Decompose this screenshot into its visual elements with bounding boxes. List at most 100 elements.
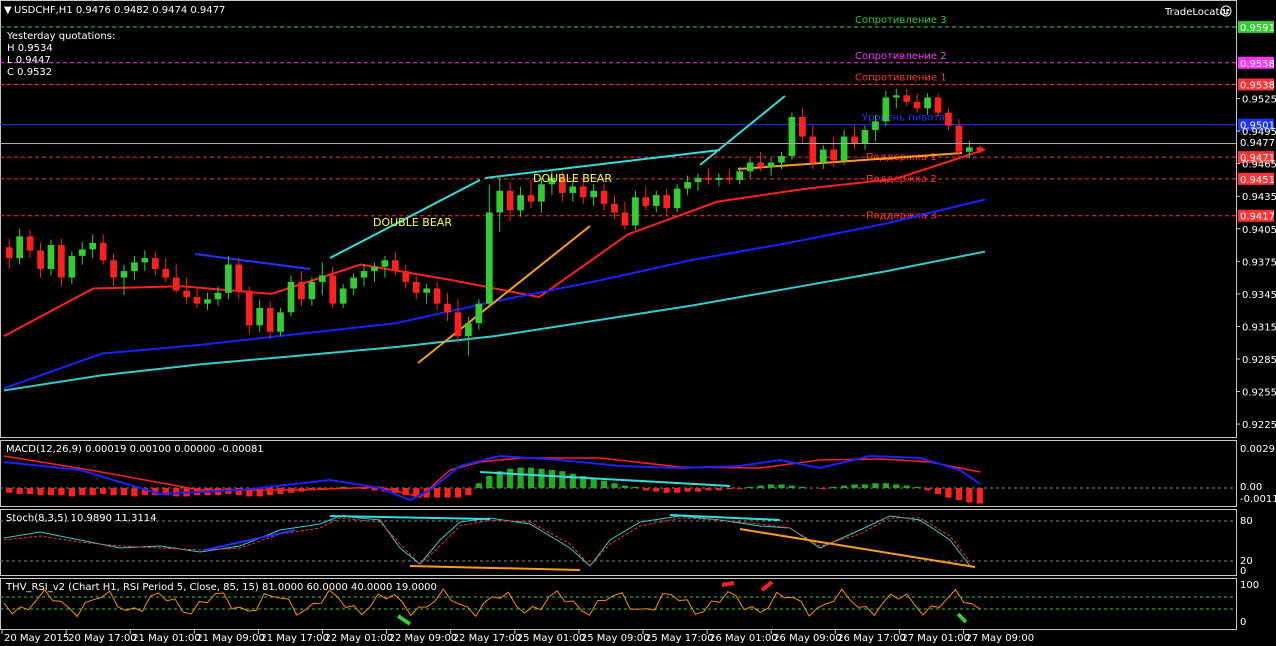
macd-histogram-bar — [621, 485, 629, 488]
x-tick-label: 22 May 09:00 — [389, 633, 458, 644]
symbol-line: USDCHF,H1 0.9476 0.9482 0.9474 0.9477 — [14, 5, 225, 16]
candle-body — [37, 250, 44, 269]
trendline-orange-1 — [417, 225, 591, 364]
macd-histogram-bar — [694, 488, 702, 492]
candle-body — [819, 149, 827, 163]
candle-body — [465, 323, 472, 337]
macd-histogram-bar — [882, 483, 889, 488]
x-tick-label: 21 May 01:00 — [132, 633, 201, 644]
candle-body — [725, 177, 733, 180]
macd-histogram-bar — [715, 488, 723, 491]
candle-body — [788, 117, 796, 157]
x-tick-label: 25 May 09:00 — [581, 633, 650, 644]
candle-body — [684, 182, 691, 189]
candle-body — [68, 255, 76, 278]
candle-body — [600, 190, 608, 204]
rsi-label: THV_RSI_v2 (Chart H1, RSI Period 5, Clos… — [5, 582, 437, 593]
macd-histogram-bar — [674, 488, 681, 493]
candle-body — [611, 203, 618, 213]
candle-body — [642, 197, 650, 206]
candle-body — [329, 275, 337, 304]
macd-histogram-bar — [976, 488, 983, 504]
yesterday-close: C 0.9532 — [7, 67, 52, 78]
candlesticks — [5, 88, 984, 356]
macd-histogram-bar — [538, 468, 545, 488]
candle-body — [799, 117, 806, 137]
macd-tick-zero: 0.00 — [1240, 482, 1262, 493]
candle-body — [214, 292, 222, 300]
y-tick-label: 0.9225 — [1242, 420, 1276, 431]
candle-body — [767, 162, 775, 167]
macd-histogram-bar — [37, 488, 44, 496]
candle-body — [945, 112, 952, 126]
level-price-label: 0.9591 — [1240, 23, 1275, 34]
macd-histogram-bar — [788, 485, 796, 488]
macd-histogram-bar — [736, 488, 743, 490]
macd-histogram-bar — [830, 486, 837, 488]
macd-tick-top: 0.00295 — [1240, 444, 1276, 455]
x-tick-label: 20 May 2015 — [4, 633, 69, 644]
candle-body — [381, 260, 389, 267]
candle-body — [590, 190, 597, 198]
rsi-oversold-mark — [396, 614, 412, 626]
macd-histogram-bar — [475, 483, 482, 488]
level-label: Сопротивление 3 — [855, 15, 947, 26]
y-tick-label: 0.9345 — [1242, 290, 1276, 301]
macd-histogram-bar — [872, 483, 879, 488]
yesterday-title: Yesterday quotations: — [6, 31, 115, 42]
macd-histogram-bar — [600, 480, 608, 488]
candle-body — [89, 242, 97, 250]
candle-body — [392, 260, 399, 272]
macd-histogram-bar — [79, 488, 86, 496]
rsi-overbought-mark — [760, 580, 774, 592]
macd-histogram-bar — [851, 484, 858, 488]
candle-body — [475, 303, 483, 324]
candle-body — [277, 312, 284, 332]
candle-body — [517, 195, 524, 211]
candle-body — [955, 125, 963, 152]
trading-chart[interactable]: Сопротивление 3 0.9591 Сопротивление 2 0.95… — [0, 0, 1276, 646]
level-label: Поддержка 2 — [866, 174, 937, 185]
candle-body — [538, 184, 545, 202]
candle-body — [5, 247, 13, 259]
rsi-tick-100: 100 — [1240, 580, 1259, 591]
candle-body — [527, 195, 535, 202]
candle-body — [444, 303, 451, 313]
candle-body — [976, 147, 984, 151]
macd-histogram-bar — [266, 488, 274, 496]
y-tick-label: 0.9495 — [1242, 127, 1276, 138]
candle-body — [371, 266, 378, 272]
x-tick-label: 27 May 09:00 — [966, 633, 1035, 644]
stoch-trendline-orange-1 — [409, 565, 581, 571]
candle-body — [579, 186, 587, 198]
stoch-label: Stoch(8,3,5) 10.9890 11.3114 — [6, 513, 157, 524]
macd-histogram-bar — [433, 488, 441, 498]
macd-histogram-bar — [726, 488, 733, 490]
macd-histogram-bar — [507, 468, 514, 488]
candle-body — [99, 242, 107, 261]
macd-histogram-bar — [820, 488, 827, 490]
macd-histogram-bar — [486, 476, 493, 488]
candle-body — [872, 121, 879, 131]
y-tick-label: 0.9435 — [1242, 192, 1276, 203]
x-tick-label: 25 May 01:00 — [517, 633, 586, 644]
pivot-levels: Сопротивление 3 0.9591 Сопротивление 2 0.95… — [0, 15, 1275, 223]
candle-body — [621, 212, 629, 226]
candle-body — [757, 162, 764, 167]
candle-body — [110, 260, 117, 278]
macd-histogram-bar — [454, 488, 462, 498]
macd-histogram-bar — [131, 488, 138, 497]
collapse-arrow-icon[interactable]: ▼ — [4, 5, 12, 16]
svg-text:0.9477: 0.9477 — [1240, 138, 1275, 149]
y-tick-label: 0.9255 — [1242, 388, 1276, 399]
candle-body — [245, 290, 253, 326]
candle-body — [183, 290, 190, 298]
macd-histogram-bar — [684, 488, 691, 492]
candle-body — [840, 136, 848, 161]
candle-body — [652, 195, 660, 206]
candle-body — [903, 95, 911, 102]
candle-body — [318, 275, 326, 282]
macd-histogram-bar — [611, 483, 618, 488]
y-tick-label: 0.9465 — [1242, 160, 1276, 171]
macd-histogram-bar — [767, 484, 775, 488]
